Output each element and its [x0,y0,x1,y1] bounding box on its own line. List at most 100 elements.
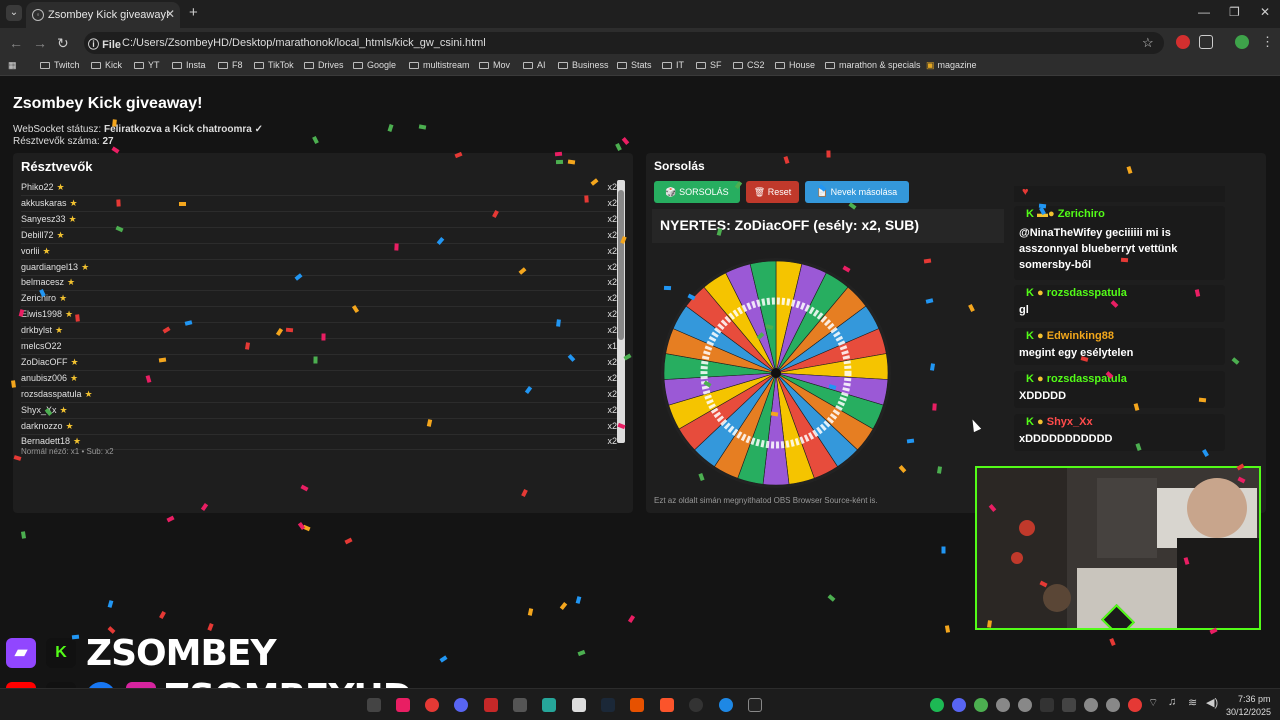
participant-row: Zerichiro ★ x2 [21,291,617,308]
steam-icon[interactable] [601,698,615,712]
overlay-handle-top: ▰ K ZSOMBEY [6,632,277,676]
taskbar-app-icon[interactable] [513,698,527,712]
bookmark-tiktok[interactable]: TikTok [254,60,294,70]
taskbar-app-icon[interactable] [719,698,733,712]
sub-badge-icon: ● [1037,330,1044,342]
tray-icon[interactable] [1018,698,1032,712]
spotify-icon[interactable] [930,698,944,712]
profile-avatar[interactable] [1235,35,1249,49]
close-window-icon[interactable]: ✕ [1260,5,1270,19]
websocket-status: WebSocket státusz: Feliratkozva a Kick c… [13,124,263,135]
confetti-piece [285,327,294,333]
close-icon[interactable]: ✕ [165,7,175,21]
bookmark-drives[interactable]: Drives [304,60,344,70]
chat-text: megint egy esélytelen [1019,347,1134,359]
extensions-puzzle-icon[interactable] [1199,35,1213,49]
sub-star-icon: ★ [59,404,68,415]
wifi-icon[interactable]: ≋ [1188,696,1197,709]
menu-kebab-icon[interactable]: ⋮ [1261,34,1274,50]
bookmark-marathon[interactable]: marathon & specials [825,60,921,70]
forward-icon[interactable]: → [33,35,47,51]
url-scheme-chip[interactable]: ⓘ File [88,36,121,52]
tray-icon[interactable] [996,698,1010,712]
confetti-piece [584,195,589,203]
count-label: Résztvevők száma: [13,136,100,147]
taskbar-app-icon[interactable] [630,698,644,712]
brave-icon[interactable] [660,698,674,712]
reset-button[interactable]: 🗑 Reset [746,181,799,203]
bookmark-stats[interactable]: Stats [617,60,652,70]
maximize-icon[interactable]: ❐ [1229,5,1240,19]
back-icon[interactable]: ← [9,35,23,51]
sub-star-icon: ★ [84,388,93,399]
taskbar-app-icon[interactable] [396,698,410,712]
bookmark-magazine[interactable]: ▣ magazine [926,60,977,71]
participant-row: ZoDiacOFF ★ x2 [21,355,617,371]
scrollbar-thumb[interactable] [618,190,624,340]
bookmark-insta[interactable]: Insta [172,60,206,70]
confetti-piece [556,319,561,327]
network-icon[interactable]: ⌔ [1148,696,1158,710]
tray-icon[interactable] [1128,698,1142,712]
bookmark-f8[interactable]: F8 [218,60,243,70]
sub-star-icon: ★ [65,420,74,431]
sub-star-icon: ★ [70,356,79,367]
participant-name: Elwis1998 ★ [21,309,74,320]
bookmark-star-icon[interactable]: ☆ [1142,35,1154,51]
participant-multiplier: x2 [607,229,617,240]
bookmark-twitch[interactable]: Twitch [40,60,80,70]
bookmark-house[interactable]: House [775,60,815,70]
bookmark-kick[interactable]: Kick [91,60,122,70]
tray-icon[interactable] [1106,698,1120,712]
tray-icon[interactable] [1040,698,1054,712]
minimize-icon[interactable]: — [1198,5,1210,19]
url-text[interactable]: C:/Users/ZsombeyHD/Desktop/marathonok/lo… [122,37,486,49]
kick-icon: K [46,638,76,668]
tab-active[interactable]: ◦ Zsombey Kick giveaway! ✕ [26,2,180,28]
participant-row: Debill72 ★ x2 [21,228,617,244]
discord-icon[interactable] [454,698,468,712]
bookmark-google[interactable]: Google [353,60,396,70]
tab-strip: ⌄ ◦ Zsombey Kick giveaway! ✕ + — ❐ ✕ [0,0,1280,28]
volume-icon[interactable]: ◀) [1206,696,1218,709]
bookmark-it[interactable]: IT [662,60,684,70]
tray-icon[interactable] [1062,698,1076,712]
participant-row: anubisz006 ★ x2 [21,371,617,387]
apps-grid-icon[interactable]: ▦ [8,60,17,71]
chat-message: K ● rozsdasspatula XDDDDD [1014,371,1225,408]
microphone-icon[interactable]: ♫ [1168,696,1176,708]
bookmark-cs2[interactable]: CS2 [733,60,765,70]
obs-icon[interactable] [689,698,703,712]
prize-wheel[interactable] [660,257,892,489]
taskbar-app-icon[interactable] [542,698,556,712]
participant-row: Elwis1998 ★ x2 [21,307,617,324]
taskbar-app-icon[interactable] [425,698,439,712]
taskbar-app-icon[interactable] [484,698,498,712]
bookmark-business[interactable]: Business [558,60,609,70]
tab-search-button[interactable]: ⌄ [6,5,22,21]
taskbar-app-icon[interactable] [572,698,586,712]
sub-badge-icon: ● [1037,287,1044,299]
bookmark-multistream[interactable]: multistream [409,60,470,70]
tray-icon[interactable] [1084,698,1098,712]
chat-text: gl [1019,304,1029,316]
bookmark-mov[interactable]: Mov [479,60,510,70]
chat-message-partial: ♥ [1014,186,1225,202]
clock-date[interactable]: 30/12/2025 [1226,707,1271,717]
clock-time[interactable]: 7:36 pm [1238,694,1271,704]
kick-badge-icon: K [1026,287,1034,299]
new-tab-button[interactable]: + [189,4,198,21]
tray-icon[interactable] [952,698,966,712]
tray-icon[interactable] [974,698,988,712]
draw-button[interactable]: 🎲 SORSOLÁS [654,181,740,203]
participant-multiplier: x2 [607,197,617,208]
reload-icon[interactable]: ↻ [57,35,69,52]
bookmark-yt[interactable]: YT [134,60,160,70]
extension-icon[interactable] [1176,35,1190,49]
scrollbar[interactable] [617,180,625,443]
bookmark-ai[interactable]: AI [523,60,546,70]
bookmark-sf[interactable]: SF [696,60,722,70]
address-bar[interactable]: ⓘ File C:/Users/ZsombeyHD/Desktop/marath… [84,32,1164,54]
taskbar-app-icon[interactable] [367,698,381,712]
epic-games-icon[interactable] [748,698,762,712]
